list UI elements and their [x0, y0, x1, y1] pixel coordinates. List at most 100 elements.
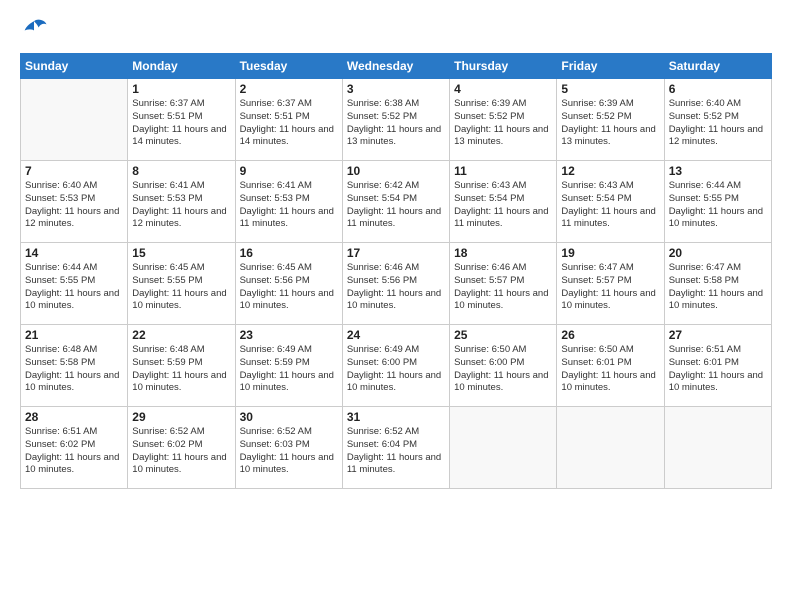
day-info: Sunrise: 6:48 AMSunset: 5:59 PMDaylight:…	[132, 344, 230, 395]
calendar-cell: 6 Sunrise: 6:40 AMSunset: 5:52 PMDaylight…	[664, 79, 771, 161]
calendar-cell: 28 Sunrise: 6:51 AMSunset: 6:02 PMDayligh…	[21, 407, 128, 489]
day-info: Sunrise: 6:43 AMSunset: 5:54 PMDaylight:…	[561, 180, 659, 231]
calendar-cell: 23 Sunrise: 6:49 AMSunset: 5:59 PMDayligh…	[235, 325, 342, 407]
day-number: 21	[25, 328, 123, 342]
day-number: 12	[561, 164, 659, 178]
calendar-cell: 21 Sunrise: 6:48 AMSunset: 5:58 PMDayligh…	[21, 325, 128, 407]
day-number: 10	[347, 164, 445, 178]
generalblue-logo-icon	[20, 15, 48, 43]
day-number: 27	[669, 328, 767, 342]
calendar-cell	[450, 407, 557, 489]
day-info: Sunrise: 6:52 AMSunset: 6:02 PMDaylight:…	[132, 426, 230, 477]
day-number: 7	[25, 164, 123, 178]
day-info: Sunrise: 6:39 AMSunset: 5:52 PMDaylight:…	[561, 98, 659, 149]
calendar: SundayMondayTuesdayWednesdayThursdayFrid…	[20, 53, 772, 489]
calendar-cell: 4 Sunrise: 6:39 AMSunset: 5:52 PMDaylight…	[450, 79, 557, 161]
day-info: Sunrise: 6:38 AMSunset: 5:52 PMDaylight:…	[347, 98, 445, 149]
day-info: Sunrise: 6:44 AMSunset: 5:55 PMDaylight:…	[669, 180, 767, 231]
day-number: 25	[454, 328, 552, 342]
calendar-cell: 2Sunrise: 6:37 AMSunset: 5:51 PMDaylight…	[235, 79, 342, 161]
day-info: Sunrise: 6:40 AMSunset: 5:52 PMDaylight:…	[669, 98, 767, 149]
day-info: Sunrise: 6:49 AMSunset: 5:59 PMDaylight:…	[240, 344, 338, 395]
calendar-cell: 30 Sunrise: 6:52 AMSunset: 6:03 PMDayligh…	[235, 407, 342, 489]
weekday-header-thursday: Thursday	[450, 54, 557, 79]
day-number: 16	[240, 246, 338, 260]
calendar-cell: 3 Sunrise: 6:38 AMSunset: 5:52 PMDaylight…	[342, 79, 449, 161]
day-info: Sunrise: 6:40 AMSunset: 5:53 PMDaylight:…	[25, 180, 123, 231]
day-info: Sunrise: 6:51 AMSunset: 6:02 PMDaylight:…	[25, 426, 123, 477]
weekday-header-tuesday: Tuesday	[235, 54, 342, 79]
day-number: 14	[25, 246, 123, 260]
calendar-cell: 13Sunrise: 6:44 AMSunset: 5:55 PMDayligh…	[664, 161, 771, 243]
weekday-header-row: SundayMondayTuesdayWednesdayThursdayFrid…	[21, 54, 772, 79]
day-number: 28	[25, 410, 123, 424]
page: SundayMondayTuesdayWednesdayThursdayFrid…	[0, 0, 792, 612]
week-row-1: 1 Sunrise: 6:37 AMSunset: 5:51 PMDaylight…	[21, 79, 772, 161]
day-number: 17	[347, 246, 445, 260]
day-info: Sunrise: 6:46 AMSunset: 5:57 PMDaylight:…	[454, 262, 552, 313]
day-number: 1	[132, 82, 230, 96]
weekday-header-wednesday: Wednesday	[342, 54, 449, 79]
day-info: Sunrise: 6:51 AMSunset: 6:01 PMDaylight:…	[669, 344, 767, 395]
day-info: Sunrise: 6:48 AMSunset: 5:58 PMDaylight:…	[25, 344, 123, 395]
day-number: 19	[561, 246, 659, 260]
weekday-header-monday: Monday	[128, 54, 235, 79]
calendar-cell: 9 Sunrise: 6:41 AMSunset: 5:53 PMDaylight…	[235, 161, 342, 243]
day-info: Sunrise: 6:50 AMSunset: 6:00 PMDaylight:…	[454, 344, 552, 395]
day-number: 8	[132, 164, 230, 178]
calendar-cell: 7 Sunrise: 6:40 AMSunset: 5:53 PMDaylight…	[21, 161, 128, 243]
day-number: 31	[347, 410, 445, 424]
day-info: Sunrise: 6:45 AMSunset: 5:55 PMDaylight:…	[132, 262, 230, 313]
day-number: 29	[132, 410, 230, 424]
day-number: 20	[669, 246, 767, 260]
calendar-cell: 29 Sunrise: 6:52 AMSunset: 6:02 PMDayligh…	[128, 407, 235, 489]
calendar-cell: 14 Sunrise: 6:44 AMSunset: 5:55 PMDayligh…	[21, 243, 128, 325]
calendar-cell: 1 Sunrise: 6:37 AMSunset: 5:51 PMDaylight…	[128, 79, 235, 161]
day-info: Sunrise: 6:41 AMSunset: 5:53 PMDaylight:…	[240, 180, 338, 231]
day-info: Sunrise: 6:52 AMSunset: 6:03 PMDaylight:…	[240, 426, 338, 477]
day-number: 6	[669, 82, 767, 96]
day-info: Sunrise: 6:47 AMSunset: 5:58 PMDaylight:…	[669, 262, 767, 313]
calendar-cell: 18 Sunrise: 6:46 AMSunset: 5:57 PMDayligh…	[450, 243, 557, 325]
day-info: Sunrise: 6:49 AMSunset: 6:00 PMDaylight:…	[347, 344, 445, 395]
day-info: Sunrise: 6:43 AMSunset: 5:54 PMDaylight:…	[454, 180, 552, 231]
calendar-cell: 15Sunrise: 6:45 AMSunset: 5:55 PMDayligh…	[128, 243, 235, 325]
calendar-cell: 16 Sunrise: 6:45 AMSunset: 5:56 PMDayligh…	[235, 243, 342, 325]
weekday-header-sunday: Sunday	[21, 54, 128, 79]
calendar-cell: 25 Sunrise: 6:50 AMSunset: 6:00 PMDayligh…	[450, 325, 557, 407]
week-row-2: 7 Sunrise: 6:40 AMSunset: 5:53 PMDaylight…	[21, 161, 772, 243]
day-number: 24	[347, 328, 445, 342]
logo	[20, 15, 52, 43]
week-row-4: 21 Sunrise: 6:48 AMSunset: 5:58 PMDayligh…	[21, 325, 772, 407]
day-number: 18	[454, 246, 552, 260]
calendar-cell: 17Sunrise: 6:46 AMSunset: 5:56 PMDayligh…	[342, 243, 449, 325]
calendar-cell: 10Sunrise: 6:42 AMSunset: 5:54 PMDayligh…	[342, 161, 449, 243]
day-info: Sunrise: 6:52 AMSunset: 6:04 PMDaylight:…	[347, 426, 445, 477]
calendar-cell: 5 Sunrise: 6:39 AMSunset: 5:52 PMDaylight…	[557, 79, 664, 161]
weekday-header-friday: Friday	[557, 54, 664, 79]
weekday-header-saturday: Saturday	[664, 54, 771, 79]
day-number: 3	[347, 82, 445, 96]
day-number: 26	[561, 328, 659, 342]
calendar-cell: 31 Sunrise: 6:52 AMSunset: 6:04 PMDayligh…	[342, 407, 449, 489]
day-info: Sunrise: 6:47 AMSunset: 5:57 PMDaylight:…	[561, 262, 659, 313]
day-info: Sunrise: 6:50 AMSunset: 6:01 PMDaylight:…	[561, 344, 659, 395]
day-info: Sunrise: 6:44 AMSunset: 5:55 PMDaylight:…	[25, 262, 123, 313]
calendar-cell: 24 Sunrise: 6:49 AMSunset: 6:00 PMDayligh…	[342, 325, 449, 407]
week-row-5: 28 Sunrise: 6:51 AMSunset: 6:02 PMDayligh…	[21, 407, 772, 489]
calendar-cell: 19 Sunrise: 6:47 AMSunset: 5:57 PMDayligh…	[557, 243, 664, 325]
calendar-cell: 22Sunrise: 6:48 AMSunset: 5:59 PMDayligh…	[128, 325, 235, 407]
day-number: 30	[240, 410, 338, 424]
day-info: Sunrise: 6:45 AMSunset: 5:56 PMDaylight:…	[240, 262, 338, 313]
day-number: 4	[454, 82, 552, 96]
day-number: 23	[240, 328, 338, 342]
day-number: 2	[240, 82, 338, 96]
header	[20, 15, 772, 43]
day-number: 11	[454, 164, 552, 178]
day-info: Sunrise: 6:39 AMSunset: 5:52 PMDaylight:…	[454, 98, 552, 149]
day-number: 9	[240, 164, 338, 178]
day-number: 5	[561, 82, 659, 96]
calendar-cell: 12 Sunrise: 6:43 AMSunset: 5:54 PMDayligh…	[557, 161, 664, 243]
calendar-cell: 8Sunrise: 6:41 AMSunset: 5:53 PMDaylight…	[128, 161, 235, 243]
day-info: Sunrise: 6:37 AMSunset: 5:51 PMDaylight:…	[132, 98, 230, 149]
